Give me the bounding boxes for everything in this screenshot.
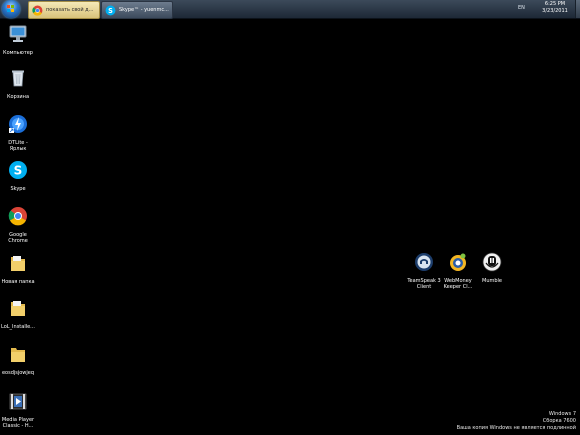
computer-icon [9,25,27,42]
desktop-icon-recycle-bin[interactable]: Корзина [0,68,36,100]
start-button[interactable] [2,0,20,18]
desktop-icon-teamspeak[interactable]: TeamSpeak 3 Client [406,252,442,290]
desktop-icon-new-folder[interactable]: Новая папка [0,253,36,285]
desktop-icon-label: Новая папка [1,279,35,285]
desktop-icon-eosdjsjowjeq[interactable]: eosdjsjowjeq [0,344,36,376]
language-indicator[interactable]: EN [518,5,525,11]
taskbar-button-label: Skype™ - yuenmc... [119,7,169,13]
desktop-icon-label: DTLite - Ярлык [8,140,28,152]
clock-time: 6:25 PM [544,1,566,7]
recycle-bin-icon [12,70,24,87]
daemon-tools-icon [9,115,27,133]
desktop-icon-label: Корзина [6,94,30,100]
desktop-icon-label: Media Player Classic - H... [1,417,35,429]
desktop-icon-label: Компьютер [3,50,33,56]
watermark-edition: Windows 7 [548,411,576,417]
taskbar-button-label: показать свой д... [46,7,94,13]
desktop-icon-media-player-classic[interactable]: Media Player Classic - H... [0,391,36,429]
desktop-icon-skype[interactable]: S Skype [0,160,36,192]
desktop-icon-label: eosdjsjowjeq [1,370,35,376]
taskbar: показать свой д... S Skype™ - yuenmc... … [0,0,580,19]
desktop-icon-computer[interactable]: Компьютер [0,24,36,56]
desktop-icon-label: WebMoney Keeper Cl... [443,278,473,290]
watermark-build: Сборка 7600 [542,418,576,424]
desktop-icon-label: Mumble [482,278,502,284]
clock-date: 3/23/2011 [542,8,568,14]
windows-logo-icon [7,5,15,13]
taskbar-button-skype[interactable]: S Skype™ - yuenmc... [101,1,173,19]
tray-clock[interactable]: 6:25 PM 3/23/2011 [536,1,574,15]
desktop-icon-label: Skype [10,186,26,192]
desktop-icon-label: TeamSpeak 3 Client [407,278,441,290]
desktop-icon-label: Google Chrome [8,232,28,244]
chrome-icon [8,207,27,226]
taskbar-button-chrome[interactable]: показать свой д... [28,1,100,19]
skype-icon: S [105,5,116,15]
svg-text:S: S [14,164,23,178]
windows-watermark: Windows 7 Сборка 7600 Ваша копия Windows… [457,411,576,432]
skype-icon: S [9,161,27,179]
desktop-icon-chrome[interactable]: Google Chrome [0,206,36,244]
folder-icon [11,301,25,316]
desktop-icon-mumble[interactable]: Mumble [474,252,510,284]
desktop-icon-label: LoL_Installe... [1,324,35,330]
folder-icon [11,348,25,362]
show-desktop-button[interactable] [575,0,580,18]
desktop-icon-webmoney[interactable]: WebMoney Keeper Cl... [440,252,476,290]
desktop-icon-dtlite[interactable]: DTLite - Ярлык [0,114,36,152]
webmoney-icon [450,253,466,271]
desktop-icon-lol-installer[interactable]: LoL_Installe... [0,298,36,330]
media-player-classic-icon [9,393,27,410]
folder-icon [11,256,25,271]
svg-text:S: S [108,6,113,14]
teamspeak-icon [415,253,433,271]
chrome-icon [32,5,43,16]
watermark-genuine-notice: Ваша копия Windows не является подлинной [456,425,576,431]
mumble-icon [482,252,502,272]
